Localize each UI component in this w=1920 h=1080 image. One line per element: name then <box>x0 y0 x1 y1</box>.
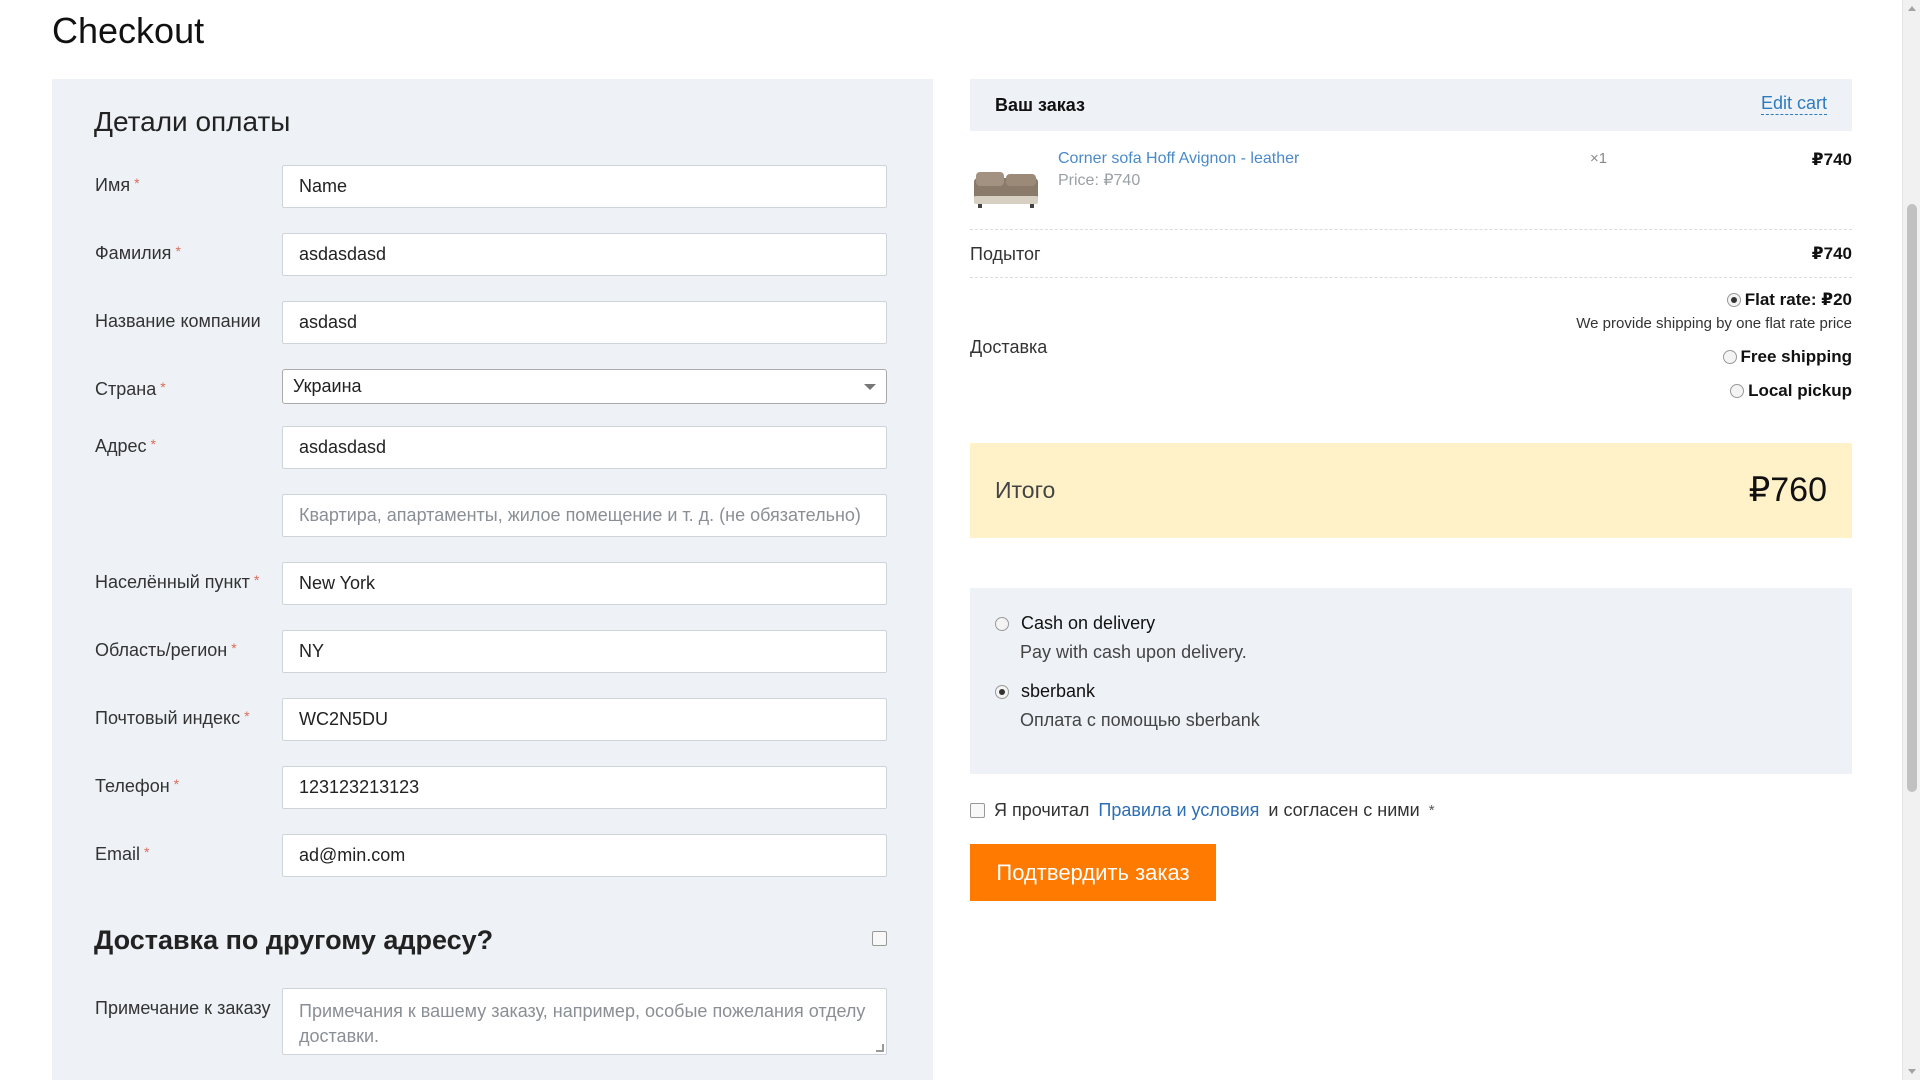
address2-field[interactable]: Квартира, апартаменты, жилое помещение и… <box>282 494 887 537</box>
company-label: Название компании <box>95 311 261 331</box>
place-order-button[interactable]: Подтвердить заказ <box>970 844 1216 901</box>
terms-prefix: Я прочитал <box>994 800 1090 820</box>
last-name-label: Фамилия * <box>95 243 181 263</box>
company-field[interactable]: asdasd <box>282 301 887 344</box>
payment-methods-box: Cash on delivery Pay with cash upon deli… <box>970 588 1852 774</box>
ship-to-different-heading: Доставка по другому адресу? <box>94 925 494 955</box>
product-line-total: ₽740 <box>1811 150 1852 169</box>
scroll-down-icon[interactable] <box>1908 1069 1916 1074</box>
payment-option-description: Pay with cash upon delivery. <box>1020 642 1247 662</box>
address-label: Адрес * <box>95 436 156 456</box>
city-field[interactable]: New York <box>282 562 887 605</box>
product-quantity: ×1 <box>1590 150 1608 167</box>
billing-details-panel: Детали оплаты Имя * Name Фамилия * asdasda… <box>52 79 933 1080</box>
first-name-field[interactable]: Name <box>282 165 887 208</box>
postcode-label: Почтовый индекс * <box>95 708 250 728</box>
scroll-up-icon[interactable] <box>1908 6 1916 11</box>
shipping-option-flat-rate[interactable]: Flat rate: ₽20 <box>1726 290 1852 310</box>
divider <box>970 229 1852 230</box>
terms-required-mark: * <box>1428 802 1435 819</box>
radio-icon[interactable] <box>1722 350 1737 364</box>
last-name-field[interactable]: asdasdasd <box>282 233 887 276</box>
order-notes-label: Примечание к заказу <box>95 998 271 1018</box>
shipping-option-free[interactable]: Free shipping <box>1722 347 1852 367</box>
page-title: Checkout <box>52 10 205 51</box>
payment-option-sberbank[interactable]: sberbank <box>995 681 1095 702</box>
first-name-label: Имя * <box>95 175 140 195</box>
shipping-label: Доставка <box>970 337 1048 357</box>
shipping-option-local-pickup[interactable]: Local pickup <box>1730 381 1852 401</box>
country-label: Страна * <box>95 379 166 399</box>
email-label: Email * <box>95 844 150 864</box>
order-total-box: Итого ₽760 <box>970 443 1852 538</box>
terms-link[interactable]: Правила и условия <box>1098 800 1259 821</box>
ship-to-different-checkbox[interactable] <box>872 931 887 946</box>
order-review-header: Ваш заказ Edit cart <box>970 79 1852 131</box>
terms-row: Я прочитал Правила и условия и согласен … <box>970 800 1435 821</box>
subtotal-label: Подытог <box>970 244 1041 264</box>
scrollbar-thumb[interactable] <box>1907 204 1917 792</box>
postcode-field[interactable]: WC2N5DU <box>282 698 887 741</box>
edit-cart-link[interactable]: Edit cart <box>1760 93 1827 115</box>
divider <box>970 277 1852 278</box>
payment-option-label: sberbank <box>1021 681 1096 701</box>
order-notes-textarea[interactable]: Примечания к вашему заказу, например, ос… <box>282 988 887 1055</box>
payment-option-description: Оплата с помощью sberbank <box>1020 710 1260 730</box>
order-total-label: Итого <box>995 477 1056 503</box>
radio-icon[interactable] <box>995 616 1009 631</box>
subtotal-value: ₽740 <box>1811 244 1852 263</box>
state-field[interactable]: NY <box>282 630 887 673</box>
terms-suffix: и согласен с ними <box>1268 800 1420 820</box>
product-unit-price: Price: ₽740 <box>1058 172 1141 189</box>
radio-icon[interactable] <box>1726 293 1741 307</box>
scrollbar[interactable] <box>1902 0 1920 1080</box>
order-review-title: Ваш заказ <box>995 95 1085 115</box>
terms-checkbox[interactable] <box>970 803 985 818</box>
shipping-note: We provide shipping by one flat rate pri… <box>1576 315 1852 332</box>
email-field[interactable]: ad@min.com <box>282 834 887 877</box>
chevron-down-icon <box>864 384 876 390</box>
address-field[interactable]: asdasdasd <box>282 426 887 469</box>
radio-icon[interactable] <box>995 684 1009 699</box>
resize-grip-icon[interactable] <box>876 1044 884 1052</box>
phone-field[interactable]: 123123213123 <box>282 766 887 809</box>
country-select[interactable]: Украина <box>282 369 887 404</box>
city-label: Населённый пункт * <box>95 572 260 592</box>
phone-label: Телефон * <box>95 776 180 796</box>
sofa-thumbnail-image[interactable] <box>972 160 1040 212</box>
shipping-option-label: Flat rate: ₽20 <box>1744 290 1852 309</box>
country-selected-value: Украина <box>293 376 362 396</box>
order-notes-placeholder: Примечания к вашему заказу, например, ос… <box>299 1001 866 1046</box>
shipping-option-label: Free shipping <box>1740 347 1852 366</box>
shipping-option-label: Local pickup <box>1748 381 1852 400</box>
order-total-value: ₽760 <box>1748 471 1827 509</box>
product-name-link[interactable]: Corner sofa Hoff Avignon - leather <box>1058 150 1299 168</box>
state-label: Область/регион * <box>95 640 237 660</box>
billing-heading: Детали оплаты <box>94 106 291 137</box>
payment-option-label: Cash on delivery <box>1021 613 1156 633</box>
payment-option-cod[interactable]: Cash on delivery <box>995 613 1155 634</box>
radio-icon[interactable] <box>1730 384 1745 398</box>
